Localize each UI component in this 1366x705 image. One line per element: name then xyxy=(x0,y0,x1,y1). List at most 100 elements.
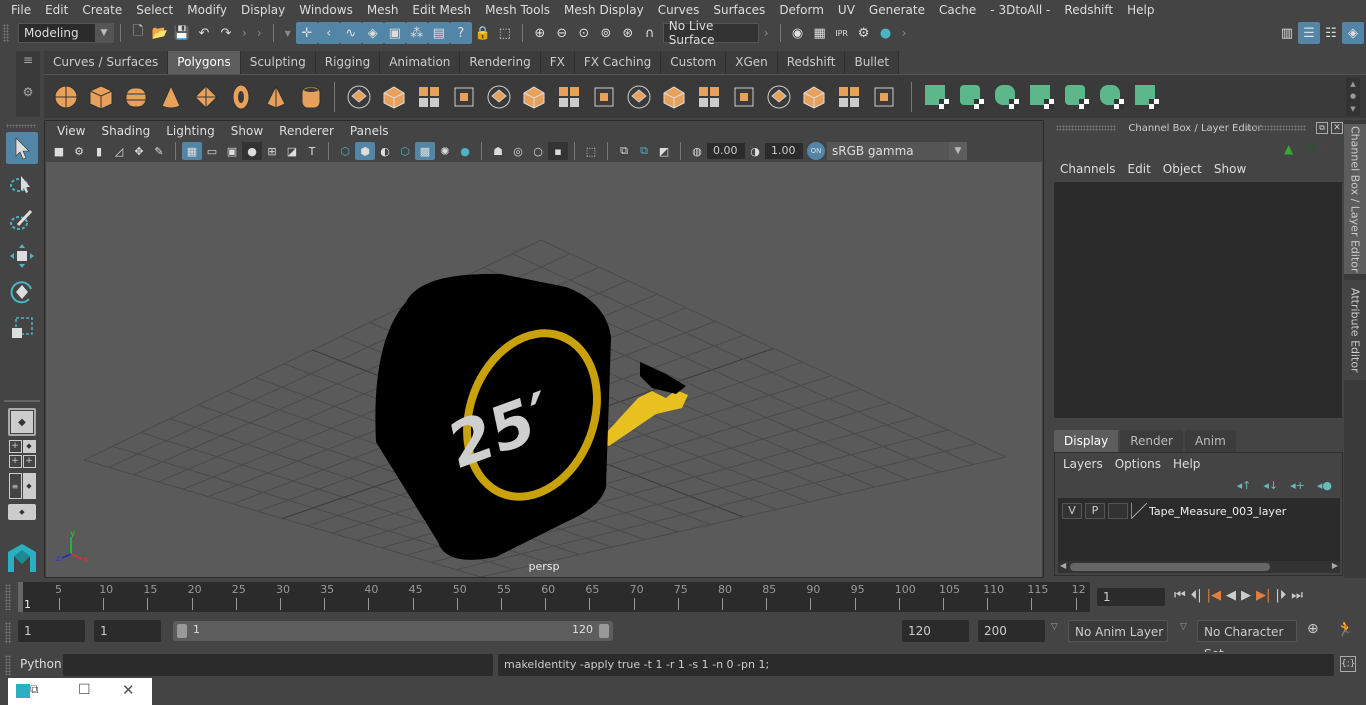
range-slider-bar[interactable]: 1 120 xyxy=(173,621,613,641)
poly-cone-icon[interactable] xyxy=(157,83,185,111)
tape-measure-model[interactable]: 25′ xyxy=(375,273,688,560)
select-edge-icon[interactable]: ▣ xyxy=(383,22,406,44)
field-chart-icon[interactable]: ⊞ xyxy=(262,142,282,160)
step-forward-frame-icon[interactable]: |⏵ xyxy=(1275,588,1286,603)
bookmark-icon[interactable]: ▮ xyxy=(89,142,109,160)
anti-aliasing-icon[interactable]: ○ xyxy=(528,142,548,160)
move-layer-down-icon[interactable]: ◂↓ xyxy=(1263,479,1278,492)
live-surface-field[interactable]: No Live Surface xyxy=(662,19,759,47)
viewport-menu-view[interactable]: View xyxy=(49,124,93,138)
menu-display[interactable]: Display xyxy=(234,0,292,20)
select-object-icon[interactable]: ‹ xyxy=(317,22,340,44)
snap-point-icon[interactable]: ⊙ xyxy=(573,22,595,44)
scroll-left-icon[interactable]: ◀ xyxy=(1060,561,1066,570)
step-forward-key-icon[interactable]: ▶| xyxy=(1256,588,1270,603)
motion-blur-icon[interactable]: ◎ xyxy=(508,142,528,160)
exposure-icon[interactable]: ◍ xyxy=(687,142,707,160)
new-layer-selected-icon[interactable]: ◂● xyxy=(1317,479,1332,492)
drag-handle[interactable] xyxy=(5,584,11,610)
snap-live-icon[interactable]: ⊛ xyxy=(617,22,639,44)
shelf-tab-rigging[interactable]: Rigging xyxy=(315,51,381,74)
textured-icon[interactable]: ▩ xyxy=(415,142,435,160)
horizontal-scrollbar[interactable]: ◀ ▶ xyxy=(1058,561,1340,573)
paint-select-tool[interactable] xyxy=(6,204,38,236)
exposure-field[interactable]: 0.00 xyxy=(707,143,745,159)
select-vertex-icon[interactable]: ◈ xyxy=(361,22,384,44)
chevron-down-icon[interactable]: ▽ xyxy=(1051,622,1058,632)
merge-icon[interactable] xyxy=(870,83,898,111)
scroll-dot-icon[interactable]: ● xyxy=(1350,92,1356,100)
planar-map-icon[interactable] xyxy=(922,83,950,111)
menu-deform[interactable]: Deform xyxy=(772,0,831,20)
menu-curves[interactable]: Curves xyxy=(651,0,707,20)
smooth-icon[interactable] xyxy=(450,83,478,111)
layer-tab-display[interactable]: Display xyxy=(1054,430,1119,452)
menu-edit[interactable]: Edit xyxy=(38,0,75,20)
drag-handle[interactable] xyxy=(1246,125,1306,131)
automatic-map-icon[interactable] xyxy=(1027,83,1055,111)
menu-surfaces[interactable]: Surfaces xyxy=(706,0,772,20)
restore-icon[interactable]: ⧉ xyxy=(30,682,39,697)
range-start-handle[interactable] xyxy=(177,624,187,638)
menu-help[interactable]: Help xyxy=(1120,0,1161,20)
grid-icon[interactable]: ▦ xyxy=(182,142,202,160)
spherical-map-icon[interactable] xyxy=(992,83,1020,111)
drag-handle[interactable] xyxy=(5,655,11,675)
move-tool[interactable] xyxy=(6,240,38,272)
select-misc-icon[interactable]: ? xyxy=(449,22,472,44)
display-type-toggle[interactable] xyxy=(1108,503,1128,519)
shelf-menu-icon[interactable]: ≡ xyxy=(16,53,40,67)
layer-menu-help[interactable]: Help xyxy=(1167,457,1206,471)
current-frame-field[interactable]: 1 xyxy=(1097,588,1165,606)
open-scene-icon[interactable]: 📂 xyxy=(149,22,171,44)
chevron-down-icon[interactable]: ▼ xyxy=(285,29,291,38)
shelf-tab-redshift[interactable]: Redshift xyxy=(777,51,846,74)
current-time-indicator[interactable] xyxy=(18,582,23,612)
extrude-icon[interactable] xyxy=(625,83,653,111)
timeline-track[interactable]: 1 5 10 15 20 25 30 35 40 45 50 55 60 65 70 75 80 85 90 95 1… xyxy=(18,582,1090,612)
rotate-tool[interactable] xyxy=(6,276,38,308)
scroll-thumb[interactable] xyxy=(1070,563,1270,571)
xray-joints-icon[interactable]: ⧉ xyxy=(634,142,654,160)
insert-edge-loop-icon[interactable] xyxy=(695,83,723,111)
select-highlight-icon[interactable]: ⬚ xyxy=(494,22,516,44)
gate-mask-icon[interactable]: ● xyxy=(242,142,262,160)
poly-sphere-icon[interactable] xyxy=(52,83,80,111)
boolean-icon[interactable] xyxy=(520,83,548,111)
xray-icon[interactable]: ⧉ xyxy=(614,142,634,160)
unfold-icon[interactable] xyxy=(1132,83,1160,111)
playback-toggle[interactable]: P xyxy=(1085,503,1105,519)
anim-prefs-icon[interactable]: 🏃 xyxy=(1336,620,1355,638)
render-view-icon[interactable]: ◉ xyxy=(787,22,809,44)
status-indicator-icon[interactable] xyxy=(1305,142,1317,154)
layer-color-icon[interactable] xyxy=(1131,503,1147,519)
film-gate-icon[interactable]: ▭ xyxy=(202,142,222,160)
color-space-dropdown[interactable]: sRGB gamma ▼ xyxy=(827,142,967,160)
shelf-tab-fx[interactable]: FX xyxy=(540,51,575,74)
four-pane-layout[interactable]: + ◆ + + xyxy=(8,440,36,468)
maximize-icon[interactable]: ☐ xyxy=(78,682,91,698)
channel-menu-channels[interactable]: Channels xyxy=(1054,162,1122,176)
shelf-tab-curves-surfaces[interactable]: Curves / Surfaces xyxy=(44,51,169,74)
cylindrical-map-icon[interactable] xyxy=(957,83,985,111)
multi-cut-icon[interactable] xyxy=(660,83,688,111)
menu-file[interactable]: File xyxy=(4,0,38,20)
poly-torus-icon[interactable] xyxy=(227,83,255,111)
scroll-up-icon[interactable]: ▲ xyxy=(1350,80,1355,88)
pin-icon[interactable]: ⁄ xyxy=(1326,140,1328,154)
resolution-gate-icon[interactable]: ▣ xyxy=(222,142,242,160)
menu-set-dropdown[interactable]: Modeling ▼ xyxy=(18,23,114,43)
ipr-render-icon[interactable]: IPR xyxy=(831,22,853,44)
hypershade-icon[interactable]: ● xyxy=(875,22,897,44)
3d-scene[interactable]: 25′ y x z persp xyxy=(46,162,1042,577)
attribute-editor-icon[interactable]: ☰ xyxy=(1298,22,1320,44)
drag-handle[interactable] xyxy=(5,622,11,644)
shelf-settings-icon[interactable]: ⚙ xyxy=(16,85,40,99)
go-to-end-icon[interactable]: ⏭ xyxy=(1291,588,1303,603)
undo-icon[interactable]: ↶ xyxy=(193,22,215,44)
play-forwards-icon[interactable]: ▶ xyxy=(1241,588,1251,603)
uv-editor-icon[interactable] xyxy=(1097,83,1125,111)
channel-box-icon[interactable]: ◈ xyxy=(1342,22,1364,44)
script-language-toggle[interactable]: Python xyxy=(20,657,62,671)
close-icon[interactable]: ✕ xyxy=(122,681,135,699)
